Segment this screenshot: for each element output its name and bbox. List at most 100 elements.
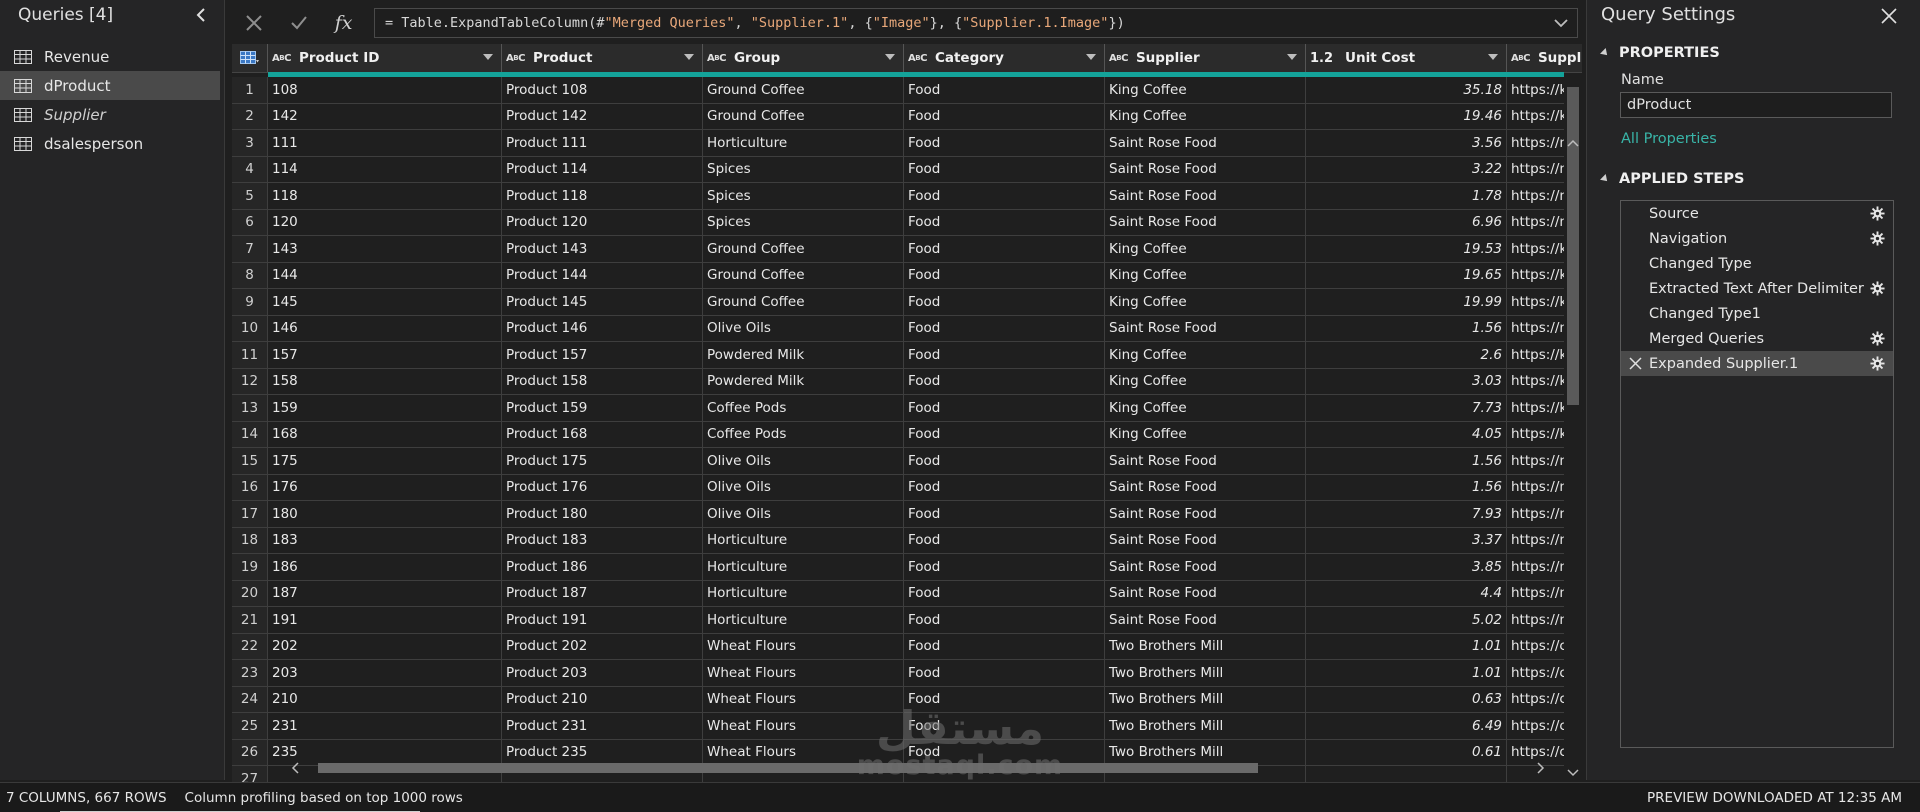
cell-product-id[interactable]: 176 xyxy=(268,474,502,501)
row-number[interactable]: 26 xyxy=(232,739,268,766)
gear-icon[interactable] xyxy=(1870,281,1885,296)
cell-product[interactable]: Product 180 xyxy=(502,501,703,528)
cell-product-id[interactable]: 231 xyxy=(268,713,502,740)
applied-step-expanded-supplier-1[interactable]: Expanded Supplier.1 xyxy=(1621,351,1893,376)
commit-formula-button[interactable] xyxy=(284,8,314,38)
cell-supplier[interactable]: King Coffee xyxy=(1105,421,1306,448)
applied-step-extracted-text-after-delimiter[interactable]: Extracted Text After Delimiter xyxy=(1621,276,1893,301)
cell-unit-cost[interactable]: 7.93 xyxy=(1306,501,1507,528)
cell-group[interactable]: Olive Oils xyxy=(703,315,904,342)
cell-product[interactable]: Product 202 xyxy=(502,633,703,660)
cell-product-id[interactable]: 145 xyxy=(268,289,502,316)
cell-unit-cost[interactable]: 1.56 xyxy=(1306,315,1507,342)
scroll-left-button[interactable] xyxy=(288,761,302,775)
horizontal-scrollbar[interactable] xyxy=(288,760,1548,776)
cell-group[interactable]: Olive Oils xyxy=(703,474,904,501)
gear-icon[interactable] xyxy=(1870,331,1885,346)
vertical-scroll-thumb[interactable] xyxy=(1567,87,1579,405)
filter-dropdown-icon[interactable] xyxy=(1086,54,1096,60)
cell-product[interactable]: Product 183 xyxy=(502,527,703,554)
cell-supplier[interactable]: King Coffee xyxy=(1105,289,1306,316)
cell-group[interactable]: Spices xyxy=(703,183,904,210)
cell-product-id[interactable]: 158 xyxy=(268,368,502,395)
filter-dropdown-icon[interactable] xyxy=(684,54,694,60)
cell-product[interactable]: Product 191 xyxy=(502,607,703,634)
cell-category[interactable]: Food xyxy=(904,183,1105,210)
row-number[interactable]: 12 xyxy=(232,368,268,395)
cell-category[interactable]: Food xyxy=(904,607,1105,634)
cancel-formula-button[interactable] xyxy=(239,8,269,38)
applied-step-navigation[interactable]: Navigation xyxy=(1621,226,1893,251)
horizontal-scroll-thumb[interactable] xyxy=(318,763,1258,773)
cell-unit-cost[interactable]: 19.53 xyxy=(1306,236,1507,263)
cell-unit-cost[interactable]: 2.6 xyxy=(1306,342,1507,369)
cell-unit-cost[interactable]: 1.01 xyxy=(1306,633,1507,660)
row-number[interactable]: 16 xyxy=(232,474,268,501)
cell-supplier[interactable]: Saint Rose Food xyxy=(1105,501,1306,528)
cell-product[interactable]: Product 175 xyxy=(502,448,703,475)
insert-function-button[interactable]: fx xyxy=(329,8,359,38)
cell-product-id[interactable]: 186 xyxy=(268,554,502,581)
cell-product-id[interactable]: 183 xyxy=(268,527,502,554)
row-number[interactable]: 11 xyxy=(232,342,268,369)
filter-dropdown-icon[interactable] xyxy=(885,54,895,60)
cell-product[interactable]: Product 144 xyxy=(502,262,703,289)
cell-unit-cost[interactable]: 0.63 xyxy=(1306,686,1507,713)
row-number[interactable]: 10 xyxy=(232,315,268,342)
cell-supplier[interactable]: King Coffee xyxy=(1105,77,1306,104)
cell-group[interactable]: Wheat Flours xyxy=(703,713,904,740)
cell-product-id[interactable]: 202 xyxy=(268,633,502,660)
cell-product[interactable]: Product 187 xyxy=(502,580,703,607)
cell-product[interactable]: Product 145 xyxy=(502,289,703,316)
cell-product-id[interactable]: 187 xyxy=(268,580,502,607)
row-number[interactable]: 3 xyxy=(232,130,268,157)
cell-group[interactable]: Horticulture xyxy=(703,130,904,157)
gear-icon[interactable] xyxy=(1870,231,1885,246)
cell-product[interactable]: Product 142 xyxy=(502,103,703,130)
cell-group[interactable]: Ground Coffee xyxy=(703,262,904,289)
cell-product-id[interactable]: 118 xyxy=(268,183,502,210)
cell-product[interactable]: Product 176 xyxy=(502,474,703,501)
cell-product[interactable]: Product 146 xyxy=(502,315,703,342)
row-number[interactable]: 8 xyxy=(232,262,268,289)
cell-group[interactable]: Spices xyxy=(703,209,904,236)
cell-category[interactable]: Food xyxy=(904,395,1105,422)
cell-product[interactable]: Product 143 xyxy=(502,236,703,263)
cell-category[interactable]: Food xyxy=(904,527,1105,554)
cell-category[interactable]: Food xyxy=(904,660,1105,687)
cell-product-id[interactable]: 168 xyxy=(268,421,502,448)
row-number[interactable]: 20 xyxy=(232,580,268,607)
cell-supplier[interactable]: Saint Rose Food xyxy=(1105,448,1306,475)
row-number[interactable]: 14 xyxy=(232,421,268,448)
cell-category[interactable]: Food xyxy=(904,421,1105,448)
cell-group[interactable]: Horticulture xyxy=(703,527,904,554)
applied-steps-section-toggle[interactable]: APPLIED STEPS xyxy=(1600,171,1744,187)
cell-group[interactable]: Wheat Flours xyxy=(703,660,904,687)
cell-supplier[interactable]: King Coffee xyxy=(1105,342,1306,369)
cell-unit-cost[interactable]: 19.99 xyxy=(1306,289,1507,316)
cell-supplier[interactable]: Two Brothers Mill xyxy=(1105,633,1306,660)
cell-supplier[interactable]: King Coffee xyxy=(1105,236,1306,263)
cell-product-id[interactable]: 203 xyxy=(268,660,502,687)
row-number[interactable]: 4 xyxy=(232,156,268,183)
row-number[interactable]: 5 xyxy=(232,183,268,210)
cell-product[interactable]: Product 114 xyxy=(502,156,703,183)
cell-unit-cost[interactable]: 3.22 xyxy=(1306,156,1507,183)
row-number[interactable]: 21 xyxy=(232,607,268,634)
cell-supplier[interactable]: Saint Rose Food xyxy=(1105,130,1306,157)
cell-unit-cost[interactable]: 1.56 xyxy=(1306,474,1507,501)
applied-step-source[interactable]: Source xyxy=(1621,201,1893,226)
cell-product-id[interactable]: 111 xyxy=(268,130,502,157)
row-number[interactable]: 13 xyxy=(232,395,268,422)
cell-category[interactable]: Food xyxy=(904,103,1105,130)
cell-category[interactable]: Food xyxy=(904,633,1105,660)
cell-product-id[interactable]: 142 xyxy=(268,103,502,130)
cell-category[interactable]: Food xyxy=(904,262,1105,289)
cell-group[interactable]: Spices xyxy=(703,156,904,183)
cell-product-id[interactable]: 114 xyxy=(268,156,502,183)
query-item-supplier[interactable]: Supplier xyxy=(0,100,220,129)
cell-product[interactable]: Product 118 xyxy=(502,183,703,210)
cell-supplier[interactable]: Two Brothers Mill xyxy=(1105,660,1306,687)
row-number[interactable]: 22 xyxy=(232,633,268,660)
collapse-pane-button[interactable] xyxy=(190,4,212,26)
